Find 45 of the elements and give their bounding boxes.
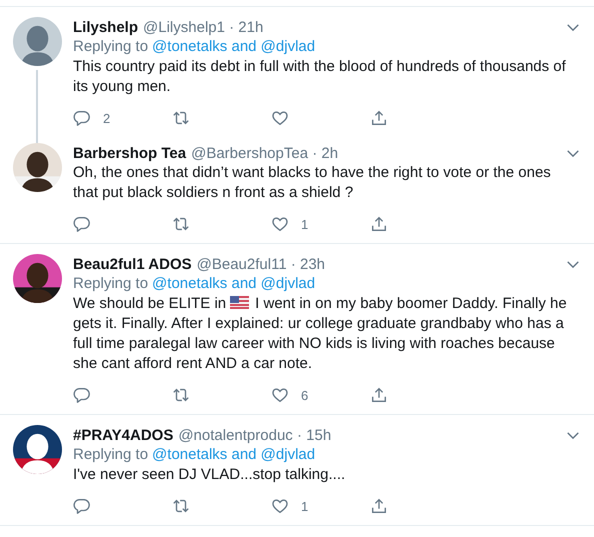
tweet-text: We should be ELITE in xyxy=(73,295,226,312)
action-count: 2 xyxy=(103,110,110,126)
tweet-text: I've never seen DJ VLAD...stop talking.... xyxy=(73,465,346,485)
flag-icon xyxy=(230,296,250,309)
chevron-down-icon[interactable] xyxy=(566,260,580,268)
reply-icon[interactable] xyxy=(73,497,91,515)
chevron-down-icon[interactable] xyxy=(566,22,580,32)
user-name[interactable]: #PRAY4ADOS xyxy=(73,426,174,444)
heart-icon[interactable] xyxy=(271,497,289,515)
user-name[interactable]: Beau2ful1 ADOS xyxy=(73,256,192,272)
heart-icon[interactable] xyxy=(271,109,289,127)
replying-label: Replying to xyxy=(73,446,148,463)
tweet-text: Oh, the ones that didn’t want blacks to have the right to vote or the ones that put black soldiers n front as a shield ? xyxy=(73,163,552,203)
replying-label: Replying to xyxy=(73,275,148,292)
reply-icon[interactable] xyxy=(73,109,91,127)
heart-icon[interactable] xyxy=(271,215,289,233)
action-count: 6 xyxy=(301,388,308,402)
retweet-icon[interactable] xyxy=(172,497,190,515)
retweet-icon[interactable] xyxy=(172,109,190,127)
action-count: 1 xyxy=(301,498,308,514)
chevron-down-icon[interactable] xyxy=(566,430,580,440)
retweet-icon[interactable] xyxy=(172,386,190,404)
reply-icon[interactable] xyxy=(73,215,91,233)
user-name[interactable]: Lilyshelp xyxy=(73,18,138,36)
reply-icon[interactable] xyxy=(73,386,91,404)
action-count: 1 xyxy=(301,216,308,232)
chevron-down-icon[interactable] xyxy=(566,148,580,158)
tweet-text: gets it. Finally. After I explained: ur college graduate grandbaby who has a full time paralegal law career with NO kids is living with roaches because she cant afford rent AND a car note. xyxy=(73,314,565,374)
replying-label: Replying to xyxy=(73,38,148,55)
user-handle[interactable]: @Lilyshelp1 · 21h xyxy=(143,18,264,36)
heart-icon[interactable] xyxy=(271,386,289,404)
share-icon[interactable] xyxy=(370,386,388,404)
user-handle[interactable]: @notalentproduc · 15h xyxy=(178,426,332,444)
user-name[interactable]: Barbershop Tea xyxy=(73,144,186,162)
tweet-text: I went in on my baby boomer Daddy. Finally he xyxy=(255,295,567,312)
replying-link[interactable]: @tonetalks and @djvlad xyxy=(152,38,316,55)
retweet-icon[interactable] xyxy=(172,215,190,233)
user-handle[interactable]: @Beau2ful11 · 23h xyxy=(196,256,326,272)
replying-link[interactable]: @tonetalks and @djvlad xyxy=(152,275,316,292)
tweet-text: This country paid its debt in full with the blood of hundreds of thousands of its young men. xyxy=(73,57,567,97)
share-icon[interactable] xyxy=(370,215,388,233)
replying-link[interactable]: @tonetalks and @djvlad xyxy=(152,446,316,463)
share-icon[interactable] xyxy=(370,497,388,515)
share-icon[interactable] xyxy=(370,109,388,127)
user-handle[interactable]: @BarbershopTea · 2h xyxy=(191,144,338,162)
